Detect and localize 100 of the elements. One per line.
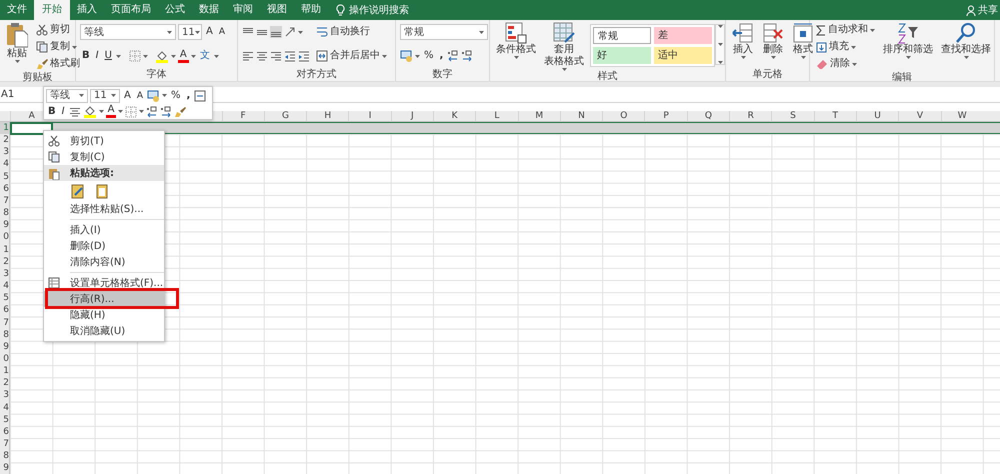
insert-button[interactable]: 插入	[730, 22, 756, 59]
ribbon-tab[interactable]: 数据	[192, 0, 226, 20]
row-header[interactable]: 3	[0, 268, 9, 280]
font-size-field[interactable]: 11	[178, 24, 202, 40]
grow-font-button[interactable]: A	[122, 88, 133, 103]
column-header[interactable]: K	[452, 111, 458, 121]
menu-item[interactable]: 剪切(T)	[44, 133, 164, 149]
row-header[interactable]: 6	[0, 304, 9, 316]
percent-button[interactable]: %	[422, 48, 436, 64]
ribbon-tab[interactable]: 文件	[0, 0, 34, 20]
ribbon-tab[interactable]: 公式	[158, 0, 192, 20]
row-header[interactable]: 2	[0, 256, 9, 268]
row-header[interactable]: 1	[0, 122, 9, 134]
row-header[interactable]: 6	[0, 426, 9, 438]
bold-button[interactable]: B	[80, 48, 92, 64]
row-header[interactable]: 0	[0, 352, 9, 366]
menu-item[interactable]: 取消隐藏(U)	[44, 323, 164, 339]
row-header[interactable]: 7	[0, 438, 9, 450]
font-color-button[interactable]: A	[178, 49, 189, 63]
find-select-button[interactable]: 查找和选择	[939, 22, 993, 59]
row-header[interactable]: 5	[0, 292, 9, 304]
menu-item[interactable]: 隐藏(H)	[44, 307, 164, 323]
row-header[interactable]: 1	[0, 244, 9, 256]
comma-button[interactable]: ,	[438, 48, 446, 64]
column-header[interactable]: M	[535, 111, 544, 121]
clipboard-button[interactable]: 复制	[34, 39, 82, 55]
row-header[interactable]: 6	[0, 182, 9, 195]
column-header[interactable]: G	[282, 111, 289, 121]
italic-button[interactable]: I	[60, 104, 67, 119]
menu-item[interactable]: 选择性粘贴(S)...	[44, 201, 164, 217]
font-size-field[interactable]: 11	[90, 88, 120, 102]
ribbon-tab[interactable]: 插入	[70, 0, 104, 20]
row-header[interactable]: 1	[0, 365, 9, 378]
row-header[interactable]: 2	[0, 377, 9, 390]
menu-item[interactable]: 设置单元格格式(F)...	[44, 275, 164, 291]
column-header[interactable]: Q	[704, 111, 712, 121]
row-header[interactable]: 8	[0, 207, 9, 220]
ribbon-tab[interactable]: 视图	[260, 0, 294, 20]
column-header[interactable]: A	[28, 111, 35, 121]
ribbon-tab[interactable]: 帮助	[294, 0, 328, 20]
name-box[interactable]: A1	[0, 87, 40, 102]
column-header[interactable]: P	[663, 111, 669, 121]
row-header[interactable]: 7	[0, 316, 9, 329]
font-name-field[interactable]: 等线	[46, 88, 88, 102]
merge-center-button[interactable]: 合并后居中	[314, 48, 389, 64]
tell-me-search[interactable]: 操作说明搜索	[349, 2, 409, 18]
menu-item[interactable]: 复制(C)	[44, 149, 164, 165]
column-header[interactable]: R	[748, 111, 754, 121]
italic-button[interactable]: I	[94, 48, 101, 64]
column-header[interactable]: I	[368, 111, 372, 121]
autosum-button[interactable]: 自动求和	[814, 22, 877, 38]
column-header[interactable]: N	[578, 111, 585, 121]
row-header[interactable]: 4	[0, 402, 9, 414]
ribbon-tab[interactable]: 页面布局	[104, 0, 158, 20]
row-header[interactable]: 4	[0, 158, 9, 171]
column-header[interactable]: F	[240, 111, 246, 121]
row-header[interactable]: 9	[0, 462, 9, 474]
clipboard-button[interactable]: 剪切	[34, 22, 82, 38]
column-header[interactable]: S	[790, 111, 796, 121]
clipboard-button[interactable]: 格式刷	[34, 56, 82, 72]
conditional-format-button[interactable]: 条件格式	[494, 22, 538, 59]
format-button[interactable]: 格式	[790, 22, 816, 59]
column-header[interactable]: O	[620, 111, 628, 121]
percent-button[interactable]: %	[169, 88, 183, 103]
row-header[interactable]: 8	[0, 328, 9, 341]
gallery-scrollbar[interactable]	[715, 24, 725, 65]
share-button[interactable]: 共享	[978, 2, 998, 18]
column-header[interactable]: U	[874, 111, 881, 121]
cell-style[interactable]: 差	[654, 27, 712, 44]
delete-button[interactable]: 删除	[760, 22, 786, 59]
font-color-button[interactable]: A	[106, 105, 116, 118]
cell-style[interactable]: 常规	[593, 27, 651, 44]
menu-item[interactable]: 插入(I)	[44, 222, 164, 238]
menu-item[interactable]: 删除(D)	[44, 238, 164, 254]
column-header[interactable]: V	[916, 111, 923, 121]
row-header[interactable]: 9	[0, 340, 9, 353]
grow-font-button[interactable]: A	[204, 24, 215, 40]
menu-item[interactable]: 行高(R)...	[44, 291, 164, 307]
column-header[interactable]: L	[494, 111, 500, 121]
underline-button[interactable]: U	[102, 48, 114, 64]
bold-button[interactable]: B	[46, 104, 58, 119]
row-header[interactable]: 3	[0, 389, 9, 402]
row-header[interactable]: 7	[0, 194, 9, 208]
row-header[interactable]: 2	[0, 134, 9, 146]
row-header[interactable]: 5	[0, 414, 9, 426]
fill-button[interactable]: 填充	[814, 39, 877, 55]
paste-button[interactable]: 粘贴	[4, 22, 30, 63]
shrink-font-button[interactable]: A	[216, 24, 228, 40]
ribbon-tab[interactable]: 开始	[34, 0, 70, 20]
phonetic-button[interactable]: 文	[198, 48, 212, 64]
row-header[interactable]: 9	[0, 219, 9, 232]
ribbon-tab[interactable]: 审阅	[226, 0, 260, 20]
row-header[interactable]: 3	[0, 146, 9, 158]
clear-button[interactable]: 清除	[814, 56, 877, 72]
column-header[interactable]: J	[411, 111, 414, 121]
comma-button[interactable]: ,	[184, 88, 192, 103]
sort-filter-button[interactable]: 排序和筛选	[881, 22, 935, 59]
cell-style[interactable]: 适中	[654, 47, 712, 64]
number-format-field[interactable]: 常规	[400, 24, 488, 40]
cell-style[interactable]: 好	[593, 47, 651, 64]
